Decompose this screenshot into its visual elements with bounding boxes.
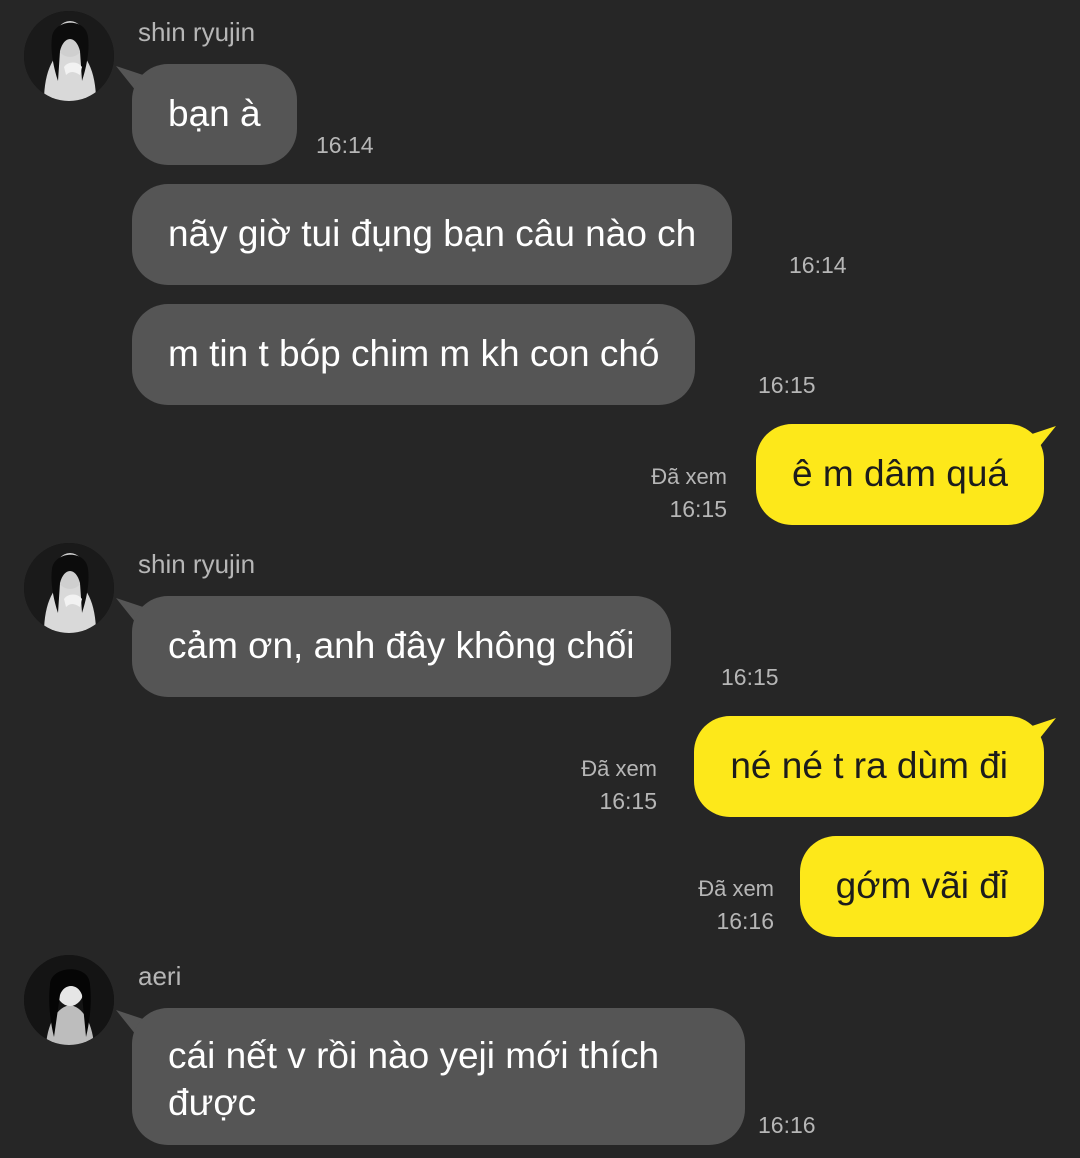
read-status: Đã xem bbox=[698, 876, 774, 901]
profile-photo-icon bbox=[24, 543, 114, 633]
message-time: 16:15 bbox=[599, 788, 657, 814]
message-meta: Đã xem 16:15 bbox=[581, 753, 657, 817]
message-time: 16:15 bbox=[721, 664, 779, 690]
read-status: Đã xem bbox=[581, 756, 657, 781]
message-time: 16:16 bbox=[716, 908, 774, 934]
profile-photo-icon bbox=[24, 11, 114, 101]
bubble-tail bbox=[1026, 426, 1056, 456]
message-meta: Đã xem 16:15 bbox=[651, 461, 727, 525]
message-time: 16:15 bbox=[669, 496, 727, 522]
avatar[interactable] bbox=[24, 11, 114, 101]
sender-name: shin ryujin bbox=[138, 17, 256, 47]
message-bubble[interactable]: nãy giờ tui đụng bạn câu nào ch bbox=[132, 184, 733, 285]
avatar[interactable] bbox=[24, 543, 114, 633]
message-bubble[interactable]: cái nết v rồi nào yeji mới thích được bbox=[132, 1008, 745, 1145]
message-time: 16:16 bbox=[758, 1112, 816, 1138]
message-bubble[interactable]: bạn à bbox=[132, 64, 297, 165]
avatar[interactable] bbox=[24, 955, 114, 1045]
message-text: né né t ra dùm đi bbox=[730, 745, 1008, 786]
message-time: 16:14 bbox=[789, 252, 847, 278]
bubble-tail bbox=[1026, 718, 1056, 748]
message-text: gớm vãi đỉ bbox=[835, 865, 1008, 906]
message-text: m tin t bóp chim m kh con chó bbox=[168, 333, 660, 374]
message-meta: Đã xem 16:16 bbox=[698, 873, 774, 937]
message-text: cái nết v rồi nào yeji mới thích được bbox=[168, 1035, 660, 1123]
message-text: bạn à bbox=[168, 93, 261, 134]
sender-name: aeri bbox=[138, 961, 182, 991]
read-status: Đã xem bbox=[651, 464, 727, 489]
message-text: cảm ơn, anh đây không chối bbox=[168, 625, 635, 666]
message-bubble[interactable]: cảm ơn, anh đây không chối bbox=[132, 596, 671, 697]
message-time: 16:14 bbox=[316, 132, 374, 158]
message-bubble[interactable]: né né t ra dùm đi bbox=[694, 716, 1044, 817]
message-bubble[interactable]: m tin t bóp chim m kh con chó bbox=[132, 304, 696, 405]
message-text: nãy giờ tui đụng bạn câu nào ch bbox=[168, 213, 697, 254]
sender-name: shin ryujin bbox=[138, 549, 256, 579]
message-text: ê m dâm quá bbox=[792, 453, 1008, 494]
message-bubble[interactable]: gớm vãi đỉ bbox=[799, 836, 1044, 937]
message-bubble[interactable]: ê m dâm quá bbox=[756, 424, 1044, 525]
message-time: 16:15 bbox=[758, 372, 816, 398]
profile-photo-icon bbox=[24, 955, 114, 1045]
